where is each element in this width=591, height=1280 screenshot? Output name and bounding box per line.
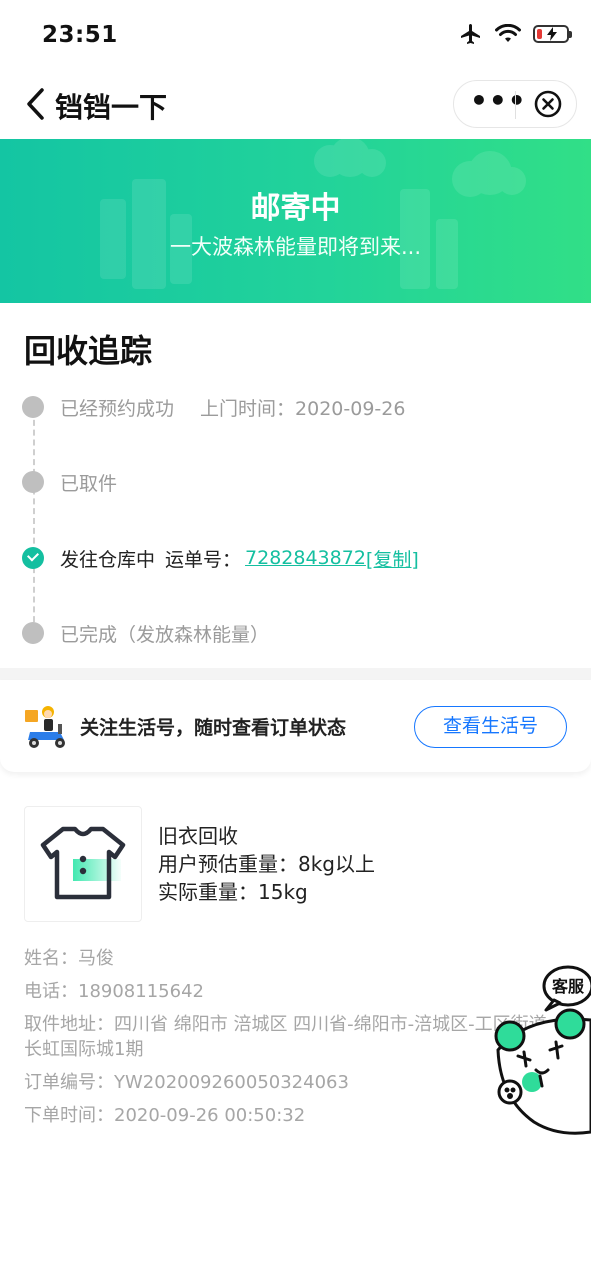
timeline-step-active: 发往仓库中 运单号： 7282843872 [复制] [22, 543, 419, 573]
follow-prompt-text: 关注生活号，随时查看订单状态 [80, 717, 347, 739]
battery-charging-icon [533, 25, 572, 43]
more-button[interactable]: ••• [470, 87, 526, 119]
product-name: 旧衣回收 [158, 824, 238, 848]
customer-service-mascot[interactable]: 客服 [488, 962, 591, 1142]
actual-weight: 实际重量：15kg [158, 880, 308, 904]
status-time: 23:51 [42, 22, 118, 48]
order-details: 姓名：马俊 电话：18908115642 取件地址：四川省 绵阳市 涪城区 四川… [24, 946, 564, 1136]
tshirt-icon [40, 826, 126, 900]
tracking-heading: 回收追踪 [24, 332, 153, 370]
product-info: 旧衣回收 用户预估重量：8kg以上 实际重量：15kg [158, 822, 375, 906]
wifi-icon [495, 24, 521, 42]
timeline-step: 已完成（发放森林能量） [22, 618, 269, 648]
check-icon [22, 547, 44, 569]
pickup-address: 取件地址：四川省 绵阳市 涪城区 四川省-绵阳市-涪城区-工区街道长虹国际城1期 [24, 1014, 547, 1060]
mini-program-capsule: ••• [453, 80, 577, 128]
capsule-divider [515, 91, 516, 119]
order-time: 下单时间：2020-09-26 00:50:32 [24, 1105, 306, 1126]
nav-bar: 铛铛一下 ••• [0, 72, 591, 138]
view-life-account-button[interactable]: 查看生活号 [414, 706, 567, 748]
page-title: 铛铛一下 [55, 91, 168, 124]
banner-title: 邮寄中 [250, 191, 341, 226]
step-label: 已经预约成功 [60, 397, 175, 420]
follow-life-account-card: 关注生活号，随时查看订单状态 查看生活号 [0, 680, 591, 772]
product-image [24, 806, 142, 922]
step-label: 发往仓库中 [60, 548, 156, 571]
step-label: 已完成（发放森林能量） [60, 623, 270, 646]
waybill-label: 运单号： [165, 548, 242, 571]
status-bar: 23:51 [0, 0, 591, 72]
customer-service-label: 客服 [552, 977, 585, 996]
customer-phone: 电话：18908115642 [24, 981, 204, 1002]
close-icon[interactable] [534, 90, 562, 118]
step-dot [22, 396, 44, 418]
estimated-weight: 用户预估重量：8kg以上 [158, 852, 376, 876]
timeline-step: 已取件 [22, 467, 117, 497]
visit-time: 上门时间：2020-09-26 [200, 397, 406, 420]
waybill-number-link[interactable]: 7282843872 [245, 547, 366, 569]
banner-subtitle: 一大波森林能量即将到来... [169, 235, 422, 259]
step-dot [22, 471, 44, 493]
timeline-line [33, 410, 35, 632]
airplane-icon [461, 24, 480, 44]
timeline-step: 已经预约成功 上门时间：2020-09-26 [22, 392, 405, 422]
section-divider [0, 668, 591, 680]
customer-name: 姓名：马俊 [24, 948, 114, 969]
step-dot [22, 622, 44, 644]
back-arrow-icon[interactable] [22, 86, 52, 122]
order-number: 订单编号：YW202009260050324063 [24, 1072, 349, 1093]
status-icons [459, 22, 572, 46]
status-banner: 邮寄中 一大波森林能量即将到来... [0, 139, 591, 303]
copy-waybill-link[interactable]: [复制] [366, 545, 419, 572]
step-label: 已取件 [60, 472, 118, 495]
delivery-scooter-icon [25, 706, 65, 748]
